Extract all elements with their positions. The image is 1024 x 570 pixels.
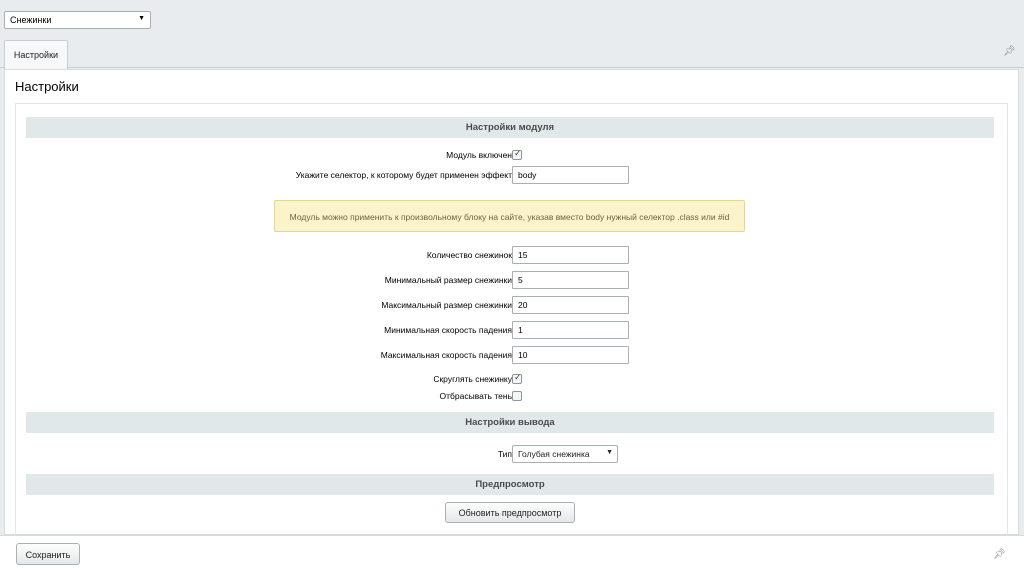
row-max-speed: Максимальная скорость падения 10 [26,346,994,364]
page-title: Настройки [15,79,79,94]
enabled-checkbox[interactable]: ✓ [512,148,522,160]
tab-settings[interactable]: Настройки [4,40,68,69]
chevron-down-icon: ▼ [138,15,145,22]
max-speed-input[interactable]: 10 [512,346,629,364]
min-speed-label: Минимальная скорость падения [384,325,512,335]
count-label: Количество снежинок [426,250,512,260]
footer-bar: Сохранить 📌︎ [0,535,1024,570]
selector-label: Укажите селектор, к которому будет приме… [295,170,512,180]
type-select[interactable]: Голубая снежинка ▼ [512,445,618,463]
type-select-value: Голубая снежинка [518,449,590,459]
row-type: Тип Голубая снежинка ▼ [26,445,994,463]
save-button[interactable]: Сохранить [16,543,80,565]
settings-form: Настройки модуля Модуль включен ✓ Укажит… [15,103,1008,536]
type-label: Тип [497,449,512,459]
refresh-preview-button[interactable]: Обновить предпросмотр [445,502,575,523]
row-round: Скруглять снежинку ✓ [26,370,994,388]
max-size-label: Максимальный размер снежинки [381,300,512,310]
selector-input[interactable]: body [512,166,629,184]
min-speed-input[interactable]: 1 [512,321,629,339]
enabled-label: Модуль включен [446,150,512,160]
max-size-input[interactable]: 20 [512,296,629,314]
round-checkbox[interactable]: ✓ [512,372,522,384]
round-label: Скруглять снежинку [433,374,512,384]
pin-icon[interactable]: 📌︎ [993,549,1006,560]
row-min-size: Минимальный размер снежинки 5 [26,271,994,289]
row-shadow: Отбрасывать тень [26,387,994,405]
settings-panel: Настройки Настройки модуля Модуль включе… [4,69,1019,536]
row-count: Количество снежинок 15 [26,246,994,264]
tab-bar: Настройки 📌︎ [0,38,1024,69]
checkmark-icon: ✓ [514,148,522,158]
module-select-value: Снежинки [10,15,52,25]
count-input[interactable]: 15 [512,246,629,264]
shadow-checkbox[interactable] [512,391,522,401]
shadow-label: Отбрасывать тень [439,391,512,401]
min-size-input[interactable]: 5 [512,271,629,289]
checkmark-icon: ✓ [514,372,522,382]
section-module-settings: Настройки модуля [26,117,994,138]
section-output-settings: Настройки вывода [26,412,994,433]
row-min-speed: Минимальная скорость падения 1 [26,321,994,339]
module-select[interactable]: Снежинки ▼ [4,11,151,29]
pin-icon[interactable]: 📌︎ [1003,46,1016,57]
max-speed-label: Максимальная скорость падения [380,350,512,360]
min-size-label: Минимальный размер снежинки [384,275,512,285]
row-selector: Укажите селектор, к которому будет приме… [26,166,994,184]
row-max-size: Максимальный размер снежинки 20 [26,296,994,314]
chevron-down-icon: ▼ [606,449,613,456]
selector-notice: Модуль можно применить к произвольному б… [274,200,745,232]
section-preview: Предпросмотр [26,474,994,495]
row-enabled: Модуль включен ✓ [26,146,994,164]
